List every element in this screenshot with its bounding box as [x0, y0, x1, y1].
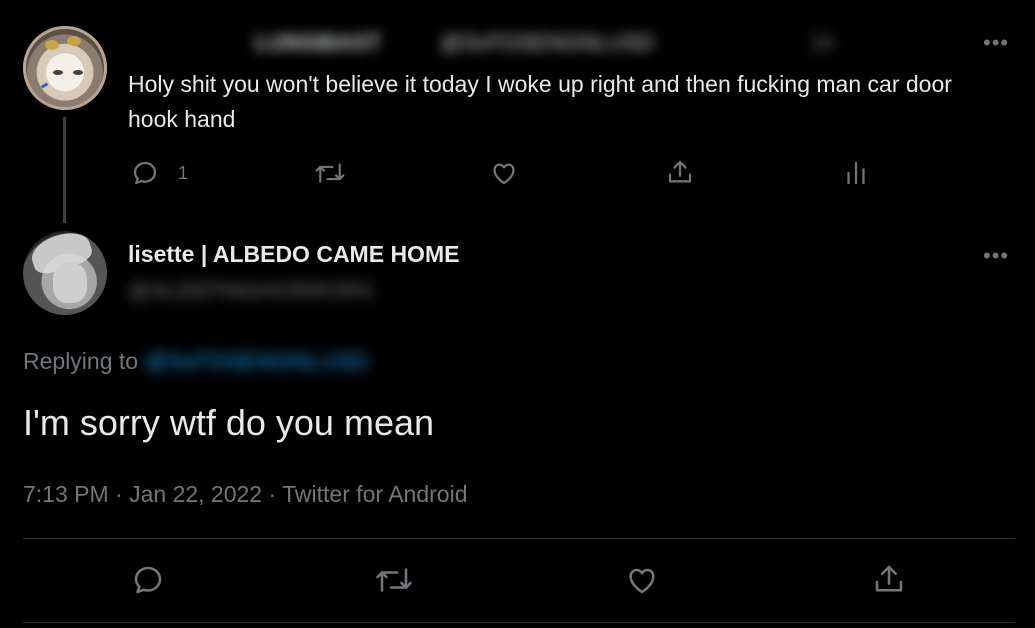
- more-options-icon[interactable]: •••: [983, 243, 1009, 269]
- reply-icon: [133, 161, 157, 185]
- goggle-left: [45, 40, 59, 50]
- retweet-icon: [315, 163, 345, 183]
- avatar[interactable]: [23, 231, 107, 315]
- reply-icon: [134, 566, 162, 594]
- replying-handle-link[interactable]: @ScFDSENGNLUSD: [144, 348, 368, 374]
- share-button[interactable]: [871, 561, 907, 597]
- more-options-icon[interactable]: •••: [983, 30, 1009, 56]
- reply-count: 1: [178, 162, 189, 183]
- like-button[interactable]: [489, 158, 519, 188]
- face-mark: [40, 82, 49, 89]
- tweet-text: I'm sorry wtf do you mean: [23, 402, 435, 443]
- analytics-button[interactable]: [841, 158, 871, 188]
- reply-button[interactable]: 1: [130, 158, 188, 188]
- like-icon: [493, 163, 515, 185]
- divider: [23, 622, 1015, 623]
- parent-display-name[interactable]: LUNSIBAST: [255, 30, 381, 56]
- tweet-timestamp[interactable]: 7:13 PM · Jan 22, 2022 · Twitter for And…: [23, 481, 467, 508]
- replying-to: Replying to @ScFDSENGNLUSD: [23, 348, 368, 375]
- goggle-right: [67, 36, 81, 46]
- eye-left: [53, 70, 63, 75]
- analytics-icon: [847, 161, 865, 185]
- divider: [23, 538, 1015, 539]
- share-icon: [875, 565, 903, 592]
- avatar-face: [53, 263, 87, 303]
- parent-handle[interactable]: @ScFDSENGNLUSD: [440, 30, 654, 56]
- parent-tweet-text: Holy shit you won't believe it today I w…: [128, 71, 952, 132]
- eye-right: [73, 70, 83, 75]
- like-icon: [629, 568, 655, 594]
- retweet-button[interactable]: [313, 158, 347, 188]
- avatar[interactable]: [23, 26, 107, 110]
- like-button[interactable]: [624, 562, 660, 598]
- share-button[interactable]: [665, 157, 695, 187]
- replying-label: Replying to: [23, 348, 139, 374]
- reply-button[interactable]: [130, 562, 166, 598]
- retweet-button[interactable]: [373, 562, 415, 598]
- thread-line: [63, 117, 66, 223]
- display-name[interactable]: lisette | ALBEDO CAME HOME: [128, 241, 459, 268]
- retweet-icon: [376, 568, 412, 592]
- parent-time[interactable]: 1h: [810, 30, 834, 56]
- handle[interactable]: @SLEEPINGHORRORS: [128, 278, 373, 304]
- share-icon: [668, 160, 692, 183]
